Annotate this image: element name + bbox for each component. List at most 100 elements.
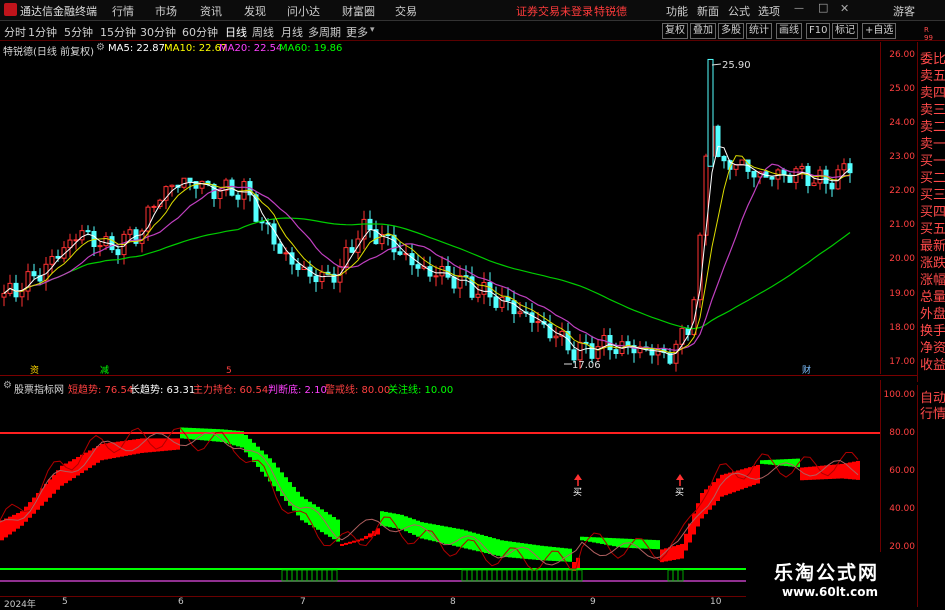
candle-body bbox=[451, 276, 457, 289]
price-tick: 21.00 bbox=[889, 220, 915, 230]
bottom-box bbox=[311, 569, 318, 582]
period-multi[interactable]: 多周期 bbox=[308, 24, 341, 40]
marker-jian[interactable]: 减 bbox=[100, 364, 109, 374]
guest-label[interactable]: 游客 bbox=[893, 3, 915, 19]
ribbon-bar bbox=[312, 504, 316, 528]
candle-body bbox=[511, 300, 517, 315]
candle-body bbox=[769, 176, 775, 180]
menu-wealth[interactable]: 财富圈 bbox=[342, 3, 375, 19]
close-icon[interactable]: ✕ bbox=[840, 2, 849, 15]
candle-body bbox=[295, 263, 301, 270]
overlay-button[interactable]: 叠加 bbox=[690, 23, 716, 39]
period-toolbar: 分时 1分钟 5分钟 15分钟 30分钟 60分钟 日线 周线 月线 多周期 更… bbox=[0, 21, 945, 41]
bottom-box bbox=[576, 569, 583, 582]
bottom-box bbox=[291, 569, 298, 582]
menu-formula[interactable]: 公式 bbox=[728, 3, 750, 19]
bottom-box bbox=[316, 569, 323, 582]
ribbon-bar bbox=[724, 473, 728, 496]
app-title: 通达信金融终端 bbox=[20, 5, 97, 18]
ribbon-bar bbox=[808, 466, 812, 480]
minimize-icon[interactable]: — bbox=[794, 3, 804, 14]
period-daily[interactable]: 日线 bbox=[225, 24, 247, 40]
month-tick: 5 bbox=[62, 597, 68, 607]
maximize-icon[interactable]: □ bbox=[818, 1, 828, 14]
bottom-box bbox=[471, 569, 478, 582]
menu-ask[interactable]: 问小达 bbox=[287, 3, 320, 19]
period-5min[interactable]: 5分钟 bbox=[64, 24, 93, 40]
buy-signal-2[interactable]: 买 bbox=[675, 474, 684, 498]
ribbon-bar bbox=[412, 519, 416, 535]
menu-quotes[interactable]: 行情 bbox=[112, 3, 134, 19]
stats-button[interactable]: 统计 bbox=[746, 23, 772, 39]
ribbon-bar bbox=[840, 463, 844, 479]
adjust-button[interactable]: 复权 bbox=[662, 23, 688, 39]
candle-body bbox=[49, 255, 55, 265]
draw-line-button[interactable]: 画线 bbox=[776, 23, 802, 39]
marker-zi[interactable]: 资 bbox=[30, 365, 39, 374]
menu-options[interactable]: 选项 bbox=[758, 3, 780, 19]
ribbon-bar bbox=[700, 493, 704, 519]
period-timeshare[interactable]: 分时 bbox=[4, 24, 26, 40]
ribbon-bar bbox=[384, 511, 388, 527]
bottom-box bbox=[526, 569, 533, 582]
quote-label[interactable]: 行情 bbox=[920, 403, 945, 422]
ribbon-bar bbox=[848, 462, 852, 480]
period-15min[interactable]: 15分钟 bbox=[100, 24, 136, 40]
mark-button[interactable]: 标记 bbox=[832, 23, 858, 39]
period-30min[interactable]: 30分钟 bbox=[140, 24, 176, 40]
candle-body bbox=[169, 184, 175, 188]
ribbon-bar bbox=[448, 527, 452, 545]
period-weekly[interactable]: 周线 bbox=[252, 24, 274, 40]
ribbon-bar bbox=[60, 465, 64, 486]
candle-body bbox=[529, 312, 535, 323]
candle-body bbox=[679, 327, 685, 345]
candle-body bbox=[271, 223, 277, 245]
bottom-box bbox=[321, 569, 328, 582]
price-tick: 17.00 bbox=[889, 357, 915, 367]
period-1min[interactable]: 1分钟 bbox=[28, 24, 57, 40]
marker-5[interactable]: 5 bbox=[226, 366, 232, 374]
period-monthly[interactable]: 月线 bbox=[281, 24, 303, 40]
period-60min[interactable]: 60分钟 bbox=[182, 24, 218, 40]
ribbon-bar bbox=[344, 542, 348, 545]
marker-cai[interactable]: 财 bbox=[802, 364, 811, 374]
candle-body bbox=[553, 335, 559, 339]
ribbon-bar bbox=[96, 446, 100, 463]
watermark: 乐淘公式网 www.60lt.com bbox=[746, 552, 917, 609]
ribbon-bar bbox=[756, 464, 760, 484]
ribbon-bar bbox=[496, 539, 500, 556]
login-status[interactable]: 证券交易未登录 bbox=[516, 3, 593, 19]
bottom-box bbox=[511, 569, 518, 582]
menu-function[interactable]: 功能 bbox=[666, 3, 688, 19]
bottom-box bbox=[672, 569, 679, 582]
candle-body bbox=[349, 247, 355, 253]
ribbon-bar bbox=[524, 543, 528, 559]
indicator-gear-icon[interactable]: ⚙ bbox=[3, 380, 12, 391]
month-tick: 9 bbox=[590, 597, 596, 607]
menu-news[interactable]: 资讯 bbox=[200, 3, 222, 19]
f10-button[interactable]: F10 bbox=[806, 23, 831, 39]
menu-discover[interactable]: 发现 bbox=[244, 3, 266, 19]
indicator-tick: 100.00 bbox=[883, 390, 916, 400]
bottom-box bbox=[531, 569, 538, 582]
multi-stock-button[interactable]: 多股 bbox=[718, 23, 744, 39]
ribbon-bar bbox=[84, 452, 88, 471]
ribbon-bar bbox=[672, 546, 676, 560]
candle-body bbox=[223, 179, 229, 191]
candle-body bbox=[739, 159, 745, 166]
more-dropdown-icon[interactable]: ▾ bbox=[370, 25, 375, 35]
menu-trade[interactable]: 交易 bbox=[395, 3, 417, 19]
ribbon-bar bbox=[552, 547, 556, 561]
add-watchlist-button[interactable]: +自选 bbox=[862, 23, 897, 39]
menu-new-page[interactable]: 新面 bbox=[697, 3, 719, 19]
candlestick-chart[interactable]: 25.90 17.06 资 减 5 财 bbox=[0, 42, 880, 374]
indicator-tick: 20.00 bbox=[889, 542, 915, 552]
candle-body bbox=[199, 180, 205, 189]
price-axis: 26.00 25.00 24.00 23.00 22.00 21.00 20.0… bbox=[880, 42, 918, 374]
candle-body bbox=[613, 349, 619, 354]
ribbon-bar bbox=[68, 461, 72, 481]
bottom-box bbox=[667, 569, 674, 582]
menu-market[interactable]: 市场 bbox=[155, 3, 177, 19]
buy-signal-1[interactable]: 买 bbox=[573, 474, 582, 498]
period-more[interactable]: 更多 bbox=[346, 24, 368, 40]
